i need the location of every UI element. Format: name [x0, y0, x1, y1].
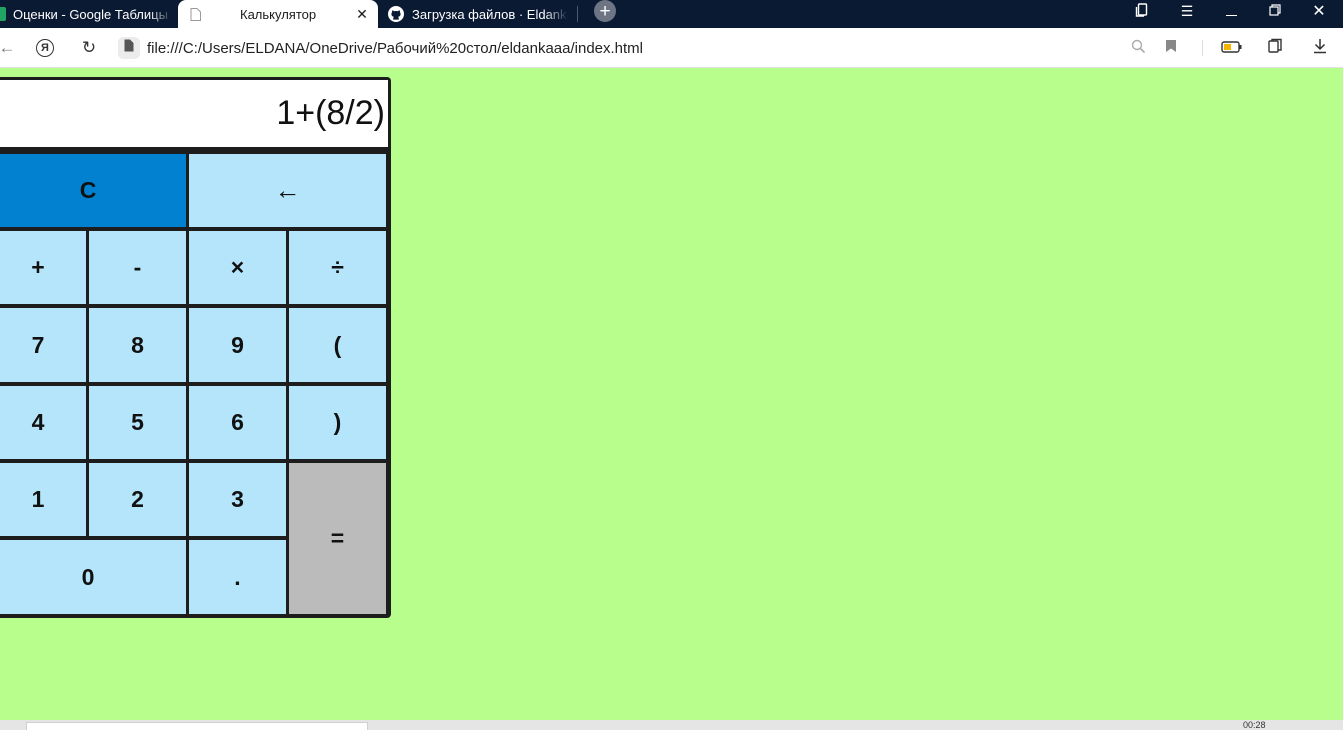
tab-google-sheets[interactable]: Оценки - Google Таблицы — [0, 0, 176, 28]
digit-3-button[interactable]: 3 — [189, 463, 286, 536]
taskbar-search-field[interactable] — [26, 722, 368, 730]
bookmark-button[interactable] — [1161, 28, 1181, 68]
tab-calculator[interactable]: Калькулятор ✕ — [178, 0, 378, 28]
digit-2-button[interactable]: 2 — [89, 463, 186, 536]
close-window-button[interactable]: ✕ — [1307, 0, 1331, 22]
calculator-display: 1+(8/2) — [0, 80, 388, 147]
battery-icon — [1220, 38, 1242, 58]
digit-7-button[interactable]: 7 — [0, 308, 86, 382]
url-field[interactable]: file:///C:/Users/ELDANA/OneDrive/Рабочий… — [147, 28, 643, 68]
back-button[interactable]: ← — [0, 28, 16, 68]
close-icon[interactable]: ✕ — [352, 0, 372, 28]
calculator: 1+(8/2) C ← + - × ÷ 7 8 9 ( 4 5 6 ) 1 2 … — [0, 77, 391, 618]
google-sheets-icon — [0, 7, 6, 21]
yandex-icon: Я — [36, 39, 54, 57]
plus-button[interactable]: + — [0, 231, 86, 304]
hamburger-icon: ☰ — [1180, 2, 1194, 19]
digit-4-button[interactable]: 4 — [0, 386, 86, 459]
decimal-point-button[interactable]: . — [189, 540, 286, 614]
restore-icon — [1269, 3, 1281, 19]
file-icon — [124, 39, 134, 57]
site-info-button[interactable] — [118, 37, 140, 59]
tabs-menu-button[interactable] — [1130, 0, 1154, 22]
divide-button[interactable]: ÷ — [289, 231, 386, 304]
digit-0-button[interactable]: 0 — [0, 540, 186, 614]
taskbar-clock: 00:28 — [1243, 720, 1266, 730]
close-paren-button[interactable]: ) — [289, 386, 386, 459]
clear-button[interactable]: C — [0, 154, 186, 227]
digit-5-button[interactable]: 5 — [89, 386, 186, 459]
collections-button[interactable] — [1264, 28, 1286, 68]
digit-1-button[interactable]: 1 — [0, 463, 86, 536]
tab-title: Калькулятор — [240, 6, 317, 22]
back-arrow-icon: ← — [0, 38, 16, 57]
tab-strip: Оценки - Google Таблицы Калькулятор ✕ За… — [0, 0, 1343, 28]
file-icon — [190, 0, 202, 28]
bookmarks-tabs-icon — [1135, 2, 1149, 20]
tab-divider — [577, 6, 578, 22]
zoom-button[interactable] — [1128, 28, 1148, 68]
tab-title: Загрузка файлов · Eldanka — [412, 6, 568, 22]
multiply-button[interactable]: × — [189, 231, 286, 304]
tab-github-upload[interactable]: Загрузка файлов · Eldanka — [386, 0, 570, 28]
digit-6-button[interactable]: 6 — [189, 386, 286, 459]
zoom-icon — [1131, 39, 1146, 58]
collections-icon — [1267, 38, 1283, 59]
minus-button[interactable]: - — [89, 231, 186, 304]
address-bar: ← Я ↻ file:///C:/Users/ELDANA/OneDrive/Р… — [0, 28, 1343, 68]
github-icon — [388, 6, 404, 22]
equals-button[interactable]: = — [289, 463, 386, 614]
plus-icon: + — [599, 0, 611, 22]
minimize-button[interactable] — [1219, 0, 1243, 22]
reload-icon: ↻ — [81, 38, 97, 57]
digit-8-button[interactable]: 8 — [89, 308, 186, 382]
menu-button[interactable]: ☰ — [1175, 0, 1199, 22]
digit-9-button[interactable]: 9 — [189, 308, 286, 382]
tab-title: Оценки - Google Таблицы — [13, 6, 168, 22]
minimize-icon — [1225, 14, 1237, 16]
reload-button[interactable]: ↻ — [78, 28, 100, 68]
restore-button[interactable] — [1263, 0, 1287, 22]
backspace-button[interactable]: ← — [189, 154, 386, 227]
download-icon — [1313, 38, 1327, 59]
bookmark-icon — [1165, 38, 1177, 58]
downloads-button[interactable] — [1309, 28, 1331, 68]
yandex-button[interactable]: Я — [34, 28, 56, 68]
battery-saver-button[interactable] — [1219, 28, 1243, 68]
close-icon: ✕ — [1312, 3, 1326, 20]
open-paren-button[interactable]: ( — [289, 308, 386, 382]
toolbar-divider — [1202, 40, 1203, 56]
new-tab-button[interactable]: + — [594, 0, 616, 22]
